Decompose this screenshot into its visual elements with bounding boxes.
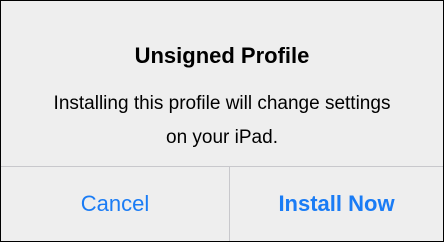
alert-content: Unsigned Profile Installing this profile… bbox=[1, 1, 443, 166]
alert-title: Unsigned Profile bbox=[134, 43, 310, 68]
install-now-button[interactable]: Install Now bbox=[230, 167, 443, 241]
alert-message: Installing this profile will change sett… bbox=[53, 93, 391, 148]
unsigned-profile-alert: Unsigned Profile Installing this profile… bbox=[0, 0, 444, 242]
cancel-button[interactable]: Cancel bbox=[1, 167, 229, 241]
